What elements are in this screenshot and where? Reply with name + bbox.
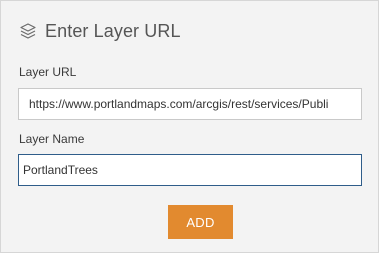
layers-icon bbox=[19, 22, 37, 40]
layer-url-input[interactable] bbox=[18, 88, 362, 120]
enter-layer-url-panel: Enter Layer URL Layer URL Layer Name ADD bbox=[0, 0, 379, 253]
layer-name-input[interactable] bbox=[18, 154, 362, 186]
panel-title: Enter Layer URL bbox=[45, 20, 181, 41]
layer-url-label: Layer URL bbox=[19, 65, 77, 79]
layer-name-label: Layer Name bbox=[19, 132, 85, 146]
panel-header: Enter Layer URL bbox=[19, 19, 181, 43]
add-button[interactable]: ADD bbox=[168, 205, 233, 239]
